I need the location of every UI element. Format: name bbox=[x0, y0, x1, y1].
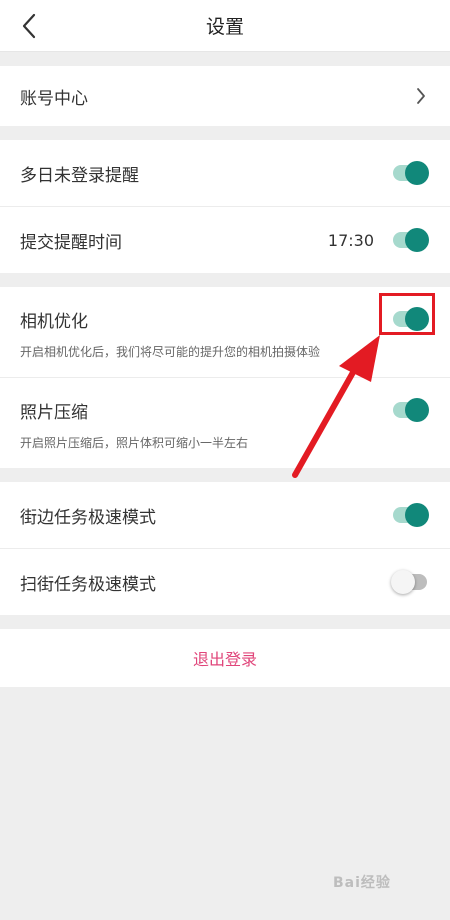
camera-optimization-label: 相机优化 bbox=[20, 311, 88, 332]
chevron-right-icon bbox=[413, 87, 429, 105]
chevron-left-icon[interactable] bbox=[14, 11, 44, 41]
street-fast-mode-label: 街边任务极速模式 bbox=[20, 507, 156, 528]
login-reminder-label: 多日未登录提醒 bbox=[20, 165, 139, 186]
submit-reminder-label: 提交提醒时间 bbox=[20, 232, 122, 253]
sweep-fast-mode-label: 扫街任务极速模式 bbox=[20, 574, 156, 595]
sweep-fast-mode-row: 扫街任务极速模式 bbox=[0, 549, 450, 615]
reminder-time[interactable]: 17:30 bbox=[328, 231, 374, 250]
logout-button[interactable]: 退出登录 bbox=[0, 629, 450, 687]
submit-reminder-row: 提交提醒时间 17:30 bbox=[0, 207, 450, 273]
page-title: 设置 bbox=[205, 16, 244, 38]
login-reminder-row: 多日未登录提醒 bbox=[0, 140, 450, 206]
street-fast-mode-row: 街边任务极速模式 bbox=[0, 482, 450, 548]
account-center-label: 账号中心 bbox=[20, 88, 88, 109]
account-group: 账号中心 bbox=[0, 66, 450, 126]
photo-compression-label: 照片压缩 bbox=[20, 402, 88, 423]
top-bar: 设置 bbox=[0, 0, 450, 52]
photo-compression-toggle[interactable] bbox=[391, 397, 429, 423]
login-reminder-toggle[interactable] bbox=[391, 160, 429, 186]
task-mode-group: 街边任务极速模式 扫街任务极速模式 bbox=[0, 482, 450, 615]
sweep-fast-mode-toggle[interactable] bbox=[391, 569, 429, 595]
annotation-arrow-icon bbox=[292, 335, 380, 478]
watermark-logo: Bai经验 bbox=[333, 875, 391, 891]
reminder-group: 多日未登录提醒 提交提醒时间 17:30 bbox=[0, 140, 450, 273]
street-fast-mode-toggle[interactable] bbox=[391, 502, 429, 528]
annotation-highlight-box bbox=[379, 293, 435, 335]
account-center-row[interactable]: 账号中心 bbox=[0, 66, 450, 126]
submit-reminder-toggle[interactable] bbox=[391, 227, 429, 253]
